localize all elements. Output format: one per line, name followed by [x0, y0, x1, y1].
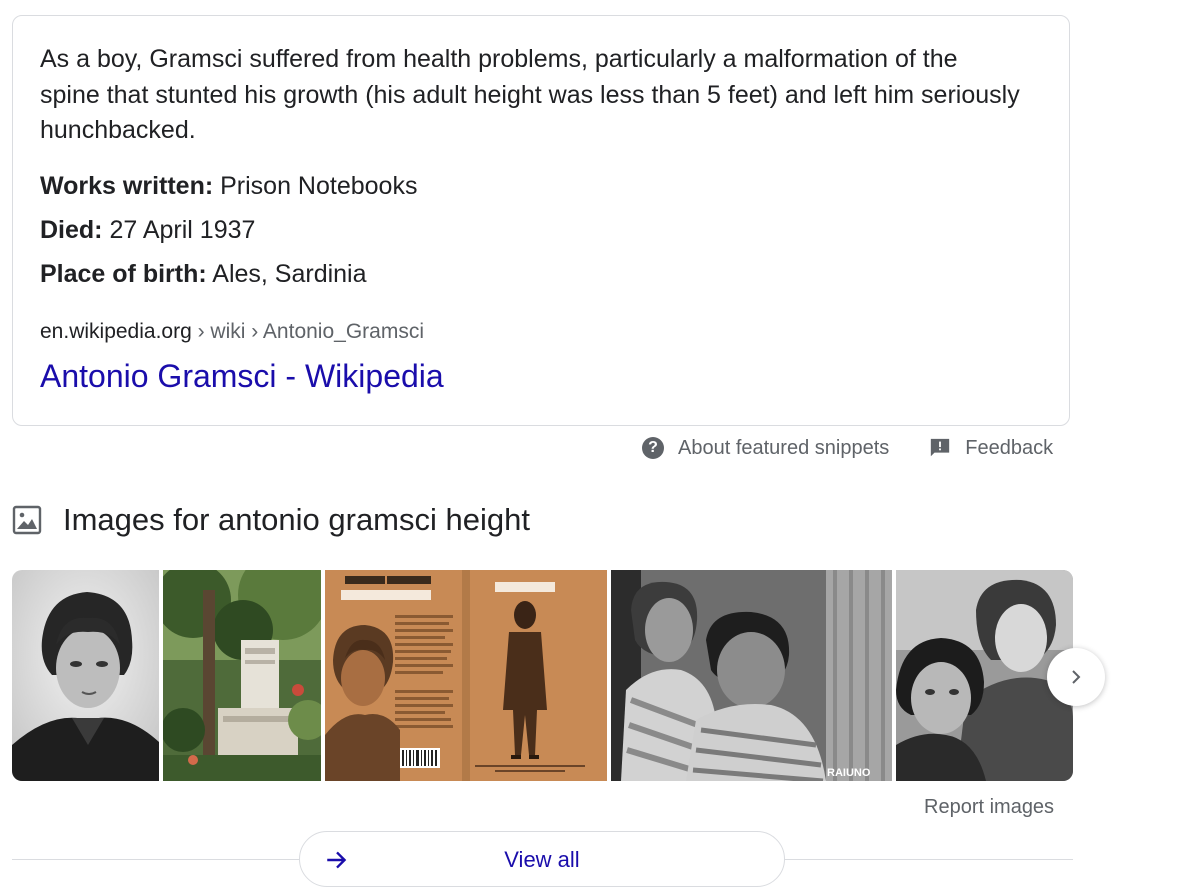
fact-works-written: Works written: Prison Notebooks: [40, 171, 417, 201]
image-thumbnail-cemetery[interactable]: [163, 570, 321, 781]
view-all-button[interactable]: View all: [299, 831, 785, 887]
carousel-next-button[interactable]: [1047, 648, 1105, 706]
image-watermark: RAIUNO: [827, 767, 871, 779]
snippet-footer: ? About featured snippets Feedback: [642, 432, 1053, 464]
about-featured-snippets-link[interactable]: ? About featured snippets: [642, 437, 889, 460]
image-thumbnail-portrait[interactable]: [12, 570, 159, 781]
fact-value: Ales, Sardinia: [212, 260, 367, 288]
fact-died: Died: 27 April 1937: [40, 215, 255, 245]
report-images-link[interactable]: Report images: [924, 793, 1054, 821]
fact-label: Died:: [40, 216, 103, 244]
feedback-icon: [931, 438, 950, 457]
featured-snippet-card: As a boy, Gramsci suffered from health p…: [12, 15, 1070, 426]
divider: [785, 859, 1073, 860]
feedback-label: Feedback: [965, 436, 1054, 459]
fact-place-of-birth: Place of birth: Ales, Sardinia: [40, 259, 367, 289]
fact-value: 27 April 1937: [109, 216, 256, 244]
about-snippets-label: About featured snippets: [678, 436, 890, 459]
image-carousel: RAIUNO: [12, 570, 1073, 781]
images-heading: Images for antonio gramsci height: [63, 502, 530, 537]
image-thumbnail-book-cover[interactable]: [325, 570, 607, 781]
image-thumbnail-group-photo[interactable]: RAIUNO: [611, 570, 892, 781]
images-section-header: Images for antonio gramsci height: [12, 502, 530, 538]
result-title-link[interactable]: Antonio Gramsci - Wikipedia: [40, 354, 444, 398]
fact-value: Prison Notebooks: [220, 172, 418, 200]
cite-domain: en.wikipedia.org: [40, 320, 192, 343]
chevron-right-icon: [1072, 670, 1081, 684]
feedback-link[interactable]: Feedback: [929, 437, 1053, 460]
search-results-page: As a boy, Gramsci suffered from health p…: [0, 0, 1200, 894]
fact-label: Works written:: [40, 172, 214, 200]
image-icon: [12, 505, 42, 535]
view-all-label: View all: [504, 847, 580, 872]
divider: [12, 859, 299, 860]
help-circle-icon: ?: [642, 437, 664, 459]
fact-label: Place of birth:: [40, 260, 207, 288]
snippet-text: As a boy, Gramsci suffered from health p…: [40, 45, 1020, 144]
cite-path: › wiki › Antonio_Gramsci: [191, 320, 424, 343]
result-citation: en.wikipedia.org › wiki › Antonio_Gramsc…: [40, 317, 424, 347]
